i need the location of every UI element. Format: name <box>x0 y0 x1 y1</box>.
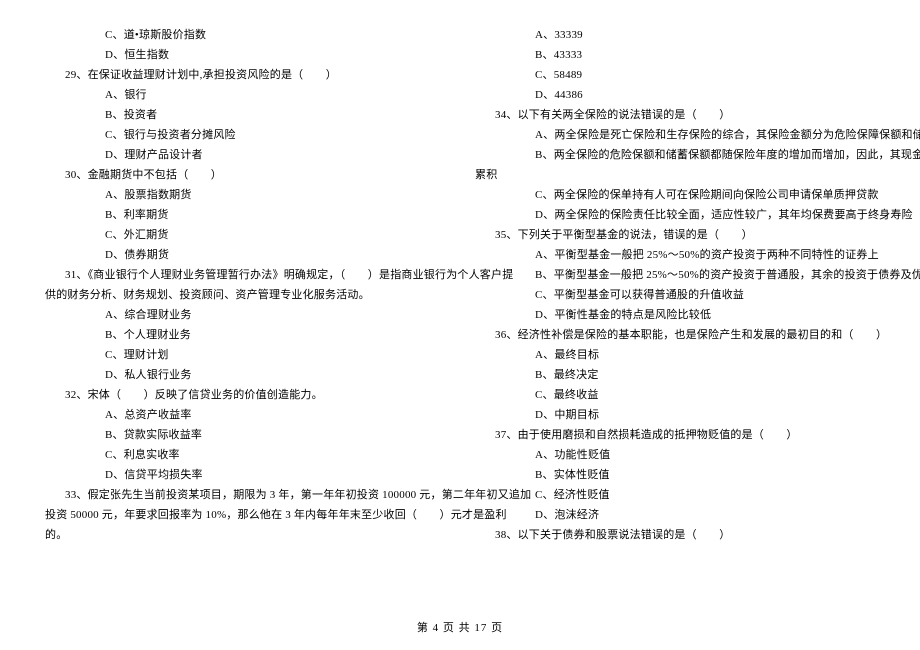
question-stem: 30、金融期货中不包括（ ） <box>45 165 445 185</box>
question-stem: 33、假定张先生当前投资某项目，期限为 3 年，第一年年初投资 100000 元… <box>45 485 445 505</box>
option: A、总资产收益率 <box>45 405 445 425</box>
option: B、实体性贬值 <box>475 465 875 485</box>
option: D、恒生指数 <box>45 45 445 65</box>
option: A、两全保险是死亡保险和生存保险的综合，其保险金额分为危险保障保额和储蓄保额 <box>475 125 875 145</box>
left-column: C、道•琼斯股价指数 D、恒生指数 29、在保证收益理财计划中,承担投资风险的是… <box>45 25 445 545</box>
option: B、个人理财业务 <box>45 325 445 345</box>
option: D、信贷平均损失率 <box>45 465 445 485</box>
option: C、外汇期货 <box>45 225 445 245</box>
option: A、平衡型基金一般把 25%～50%的资产投资于两种不同特性的证券上 <box>475 245 875 265</box>
option: A、最终目标 <box>475 345 875 365</box>
question-stem: 37、由于使用磨损和自然损耗造成的抵押物贬值的是（ ） <box>475 425 875 445</box>
option: A、33339 <box>475 25 875 45</box>
question-stem: 38、以下关于债券和股票说法错误的是（ ） <box>475 525 875 545</box>
option: D、理财产品设计者 <box>45 145 445 165</box>
option: D、44386 <box>475 85 875 105</box>
option: B、最终决定 <box>475 365 875 385</box>
question-stem: 31、《商业银行个人理财业务管理暂行办法》明确规定，（ ）是指商业银行为个人客户… <box>45 265 445 285</box>
option: A、综合理财业务 <box>45 305 445 325</box>
question-stem: 34、以下有关两全保险的说法错误的是（ ） <box>475 105 875 125</box>
option: B、贷款实际收益率 <box>45 425 445 445</box>
question-stem: 32、宋体（ ）反映了信贷业务的价值创造能力。 <box>45 385 445 405</box>
option: C、58489 <box>475 65 875 85</box>
right-column: A、33339 B、43333 C、58489 D、44386 34、以下有关两… <box>475 25 875 545</box>
option: A、股票指数期货 <box>45 185 445 205</box>
option: D、两全保险的保险责任比较全面，适应性较广，其年均保费要高于终身寿险 <box>475 205 875 225</box>
option: D、平衡性基金的特点是风险比较低 <box>475 305 875 325</box>
question-stem-cont: 供的财务分析、财务规划、投资顾问、资产管理专业化服务活动。 <box>45 285 445 305</box>
page-content: C、道•琼斯股价指数 D、恒生指数 29、在保证收益理财计划中,承担投资风险的是… <box>0 0 920 545</box>
option: C、利息实收率 <box>45 445 445 465</box>
option: B、43333 <box>475 45 875 65</box>
option: C、银行与投资者分摊风险 <box>45 125 445 145</box>
question-stem-cont: 投资 50000 元，年要求回报率为 10%，那么他在 3 年内每年年末至少收回… <box>45 505 445 525</box>
option: A、功能性贬值 <box>475 445 875 465</box>
option: B、投资者 <box>45 105 445 125</box>
option: D、债券期货 <box>45 245 445 265</box>
option: A、银行 <box>45 85 445 105</box>
option: B、两全保险的危险保额和储蓄保额都随保险年度的增加而增加，因此，其现金价值也逐渐 <box>475 145 875 165</box>
option: B、平衡型基金一般把 25%～50%的资产投资于普通股，其余的投资于债券及优先股 <box>475 265 875 285</box>
option: B、利率期货 <box>45 205 445 225</box>
option: C、最终收益 <box>475 385 875 405</box>
question-stem: 35、下列关于平衡型基金的说法，错误的是（ ） <box>475 225 875 245</box>
option: C、理财计划 <box>45 345 445 365</box>
option: C、道•琼斯股价指数 <box>45 25 445 45</box>
option-cont: 累积 <box>475 165 875 185</box>
question-stem: 36、经济性补偿是保险的基本职能，也是保险产生和发展的最初目的和（ ） <box>475 325 875 345</box>
option: D、泡沫经济 <box>475 505 875 525</box>
question-stem-cont: 的。 <box>45 525 445 545</box>
option: D、私人银行业务 <box>45 365 445 385</box>
option: C、两全保险的保单持有人可在保险期间向保险公司申请保单质押贷款 <box>475 185 875 205</box>
page-footer: 第 4 页 共 17 页 <box>0 619 920 635</box>
option: C、经济性贬值 <box>475 485 875 505</box>
option: D、中期目标 <box>475 405 875 425</box>
question-stem: 29、在保证收益理财计划中,承担投资风险的是（ ） <box>45 65 445 85</box>
option: C、平衡型基金可以获得普通股的升值收益 <box>475 285 875 305</box>
